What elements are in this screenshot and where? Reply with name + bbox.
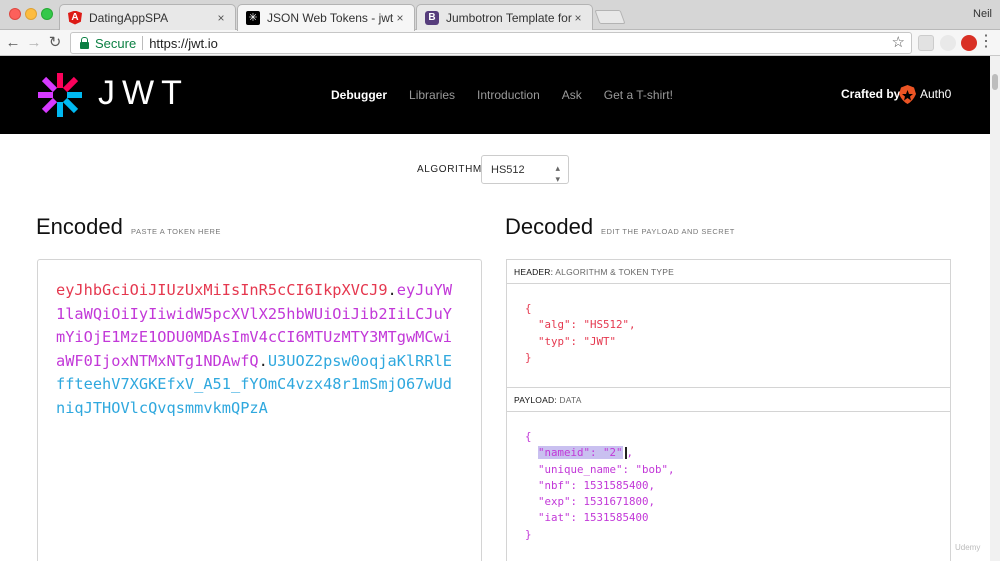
token-dot: .: [387, 281, 397, 299]
jwt-logo-icon[interactable]: [36, 71, 84, 119]
browser-toolbar: ← → ↻ Secure https://jwt.io ☆ ⋮: [0, 30, 1000, 56]
algorithm-selected-value: HS512: [491, 164, 525, 176]
encoded-subtitle: PASTE A TOKEN HERE: [131, 227, 221, 236]
encoded-token-editor[interactable]: eyJhbGciOiJIUzUxMiIsInR5cCI6IkpXVCJ9.eyJ…: [37, 259, 482, 561]
algorithm-select[interactable]: HS512 ▴ ▾: [481, 155, 569, 184]
payload-panel: PAYLOAD: DATA { "nameid": "2", "unique_n…: [506, 387, 951, 561]
encoded-title: Encoded: [36, 214, 123, 239]
maximize-window-button[interactable]: [41, 8, 53, 20]
header-panel-title: HEADER: ALGORITHM & TOKEN TYPE: [507, 260, 950, 284]
tab-title: Jumbotron Template for Bootst: [446, 10, 572, 25]
extension-icon[interactable]: [918, 35, 934, 51]
url-text[interactable]: https://jwt.io: [149, 36, 218, 51]
token-header-part: eyJhbGciOiJIUzUxMiIsInR5cCI6IkpXVCJ9: [56, 281, 388, 299]
close-icon[interactable]: ×: [215, 11, 227, 25]
decoded-title: Decoded: [505, 214, 594, 239]
site-header: JWT Debugger Libraries Introduction Ask …: [0, 56, 990, 134]
tab-title: DatingAppSPA: [89, 10, 169, 25]
payload-panel-sublabel: DATA: [559, 395, 582, 405]
scrollbar-thumb[interactable]: [992, 74, 998, 90]
more-menu-icon[interactable]: ⋮: [978, 33, 994, 51]
decoded-subtitle: EDIT THE PAYLOAD AND SECRET: [601, 227, 735, 236]
json-line-typ: "typ": "JWT": [525, 334, 617, 348]
main-nav: Debugger Libraries Introduction Ask Get …: [331, 88, 695, 102]
new-tab-button[interactable]: [594, 10, 626, 24]
json-line-exp: "exp": 1531671800,: [525, 495, 656, 509]
extension-icon[interactable]: [940, 35, 956, 51]
payload-panel-label: PAYLOAD:: [514, 395, 557, 405]
json-line-alg: "alg": "HS512",: [525, 318, 636, 332]
payload-json-editor[interactable]: { "nameid": "2", "unique_name": "bob", "…: [507, 412, 950, 543]
nav-ask[interactable]: Ask: [562, 88, 582, 102]
jwt-logo-text[interactable]: JWT: [98, 74, 189, 113]
encoded-token-text[interactable]: eyJhbGciOiJIUzUxMiIsInR5cCI6IkpXVCJ9.eyJ…: [56, 279, 456, 420]
profile-name[interactable]: Neil: [973, 8, 992, 20]
json-brace: {: [525, 430, 532, 443]
tab-jumbotron[interactable]: B Jumbotron Template for Bootst ×: [416, 4, 593, 30]
page-scrollbar[interactable]: [990, 56, 1000, 561]
close-icon[interactable]: ×: [394, 11, 406, 25]
chevron-updown-icon: ▴ ▾: [555, 163, 560, 184]
algorithm-label: ALGORITHM: [417, 164, 482, 175]
token-dot: .: [258, 351, 268, 370]
json-brace: }: [525, 350, 532, 364]
json-line-nbf: "nbf": 1531585400,: [525, 478, 656, 492]
browser-tab-strip: A DatingAppSPA × ✳ JSON Web Tokens - jwt…: [0, 0, 1000, 31]
nav-libraries[interactable]: Libraries: [409, 88, 455, 102]
jwt-icon: ✳: [246, 11, 260, 25]
udemy-watermark: Udemy: [955, 543, 981, 552]
nav-tshirt[interactable]: Get a T-shirt!: [604, 88, 673, 102]
nav-introduction[interactable]: Introduction: [477, 88, 540, 102]
divider: [142, 36, 144, 50]
address-bar[interactable]: Secure https://jwt.io ☆: [70, 32, 912, 54]
crafted-by-label: Crafted by: [841, 87, 901, 101]
bookmark-star-icon[interactable]: ☆: [892, 33, 905, 51]
json-selected-value: 2": [609, 446, 623, 460]
minimize-window-button[interactable]: [25, 8, 37, 20]
bootstrap-icon: B: [425, 10, 439, 25]
forward-arrow-icon[interactable]: →: [25, 34, 43, 52]
payload-panel-title: PAYLOAD: DATA: [507, 388, 950, 412]
reload-icon[interactable]: ↻: [46, 34, 64, 52]
lock-icon: [80, 36, 89, 49]
angular-icon: A: [68, 10, 82, 25]
json-brace: }: [525, 527, 532, 541]
nav-debugger[interactable]: Debugger: [331, 88, 387, 102]
header-panel-label: HEADER:: [514, 267, 554, 277]
auth0-shield-icon[interactable]: [899, 85, 916, 104]
close-icon[interactable]: ×: [572, 11, 584, 25]
json-line-nameid-selection[interactable]: "nameid": "2": [538, 446, 623, 460]
tab-title: JSON Web Tokens - jwt.io: [267, 11, 394, 25]
json-line-iat: "iat": 1531585400: [525, 511, 649, 525]
extension-badge-icon[interactable]: [961, 35, 977, 51]
header-panel-sublabel: ALGORITHM & TOKEN TYPE: [555, 267, 674, 277]
header-json-editor[interactable]: { "alg": "HS512", "typ": "JWT" }: [507, 284, 950, 366]
header-panel: HEADER: ALGORITHM & TOKEN TYPE { "alg": …: [506, 259, 951, 388]
tab-datingappspa[interactable]: A DatingAppSPA ×: [59, 4, 236, 30]
tab-jwt[interactable]: ✳ JSON Web Tokens - jwt.io ×: [237, 4, 415, 31]
secure-label: Secure: [95, 35, 137, 51]
back-arrow-icon[interactable]: ←: [4, 34, 22, 52]
json-selected-text: "nameid": ": [538, 446, 610, 460]
auth0-link[interactable]: Auth0: [920, 87, 951, 101]
json-line-unique-name: "unique_name": "bob",: [525, 462, 675, 476]
json-comma: ,: [626, 446, 634, 460]
close-window-button[interactable]: [9, 8, 21, 20]
json-brace: {: [525, 302, 532, 315]
